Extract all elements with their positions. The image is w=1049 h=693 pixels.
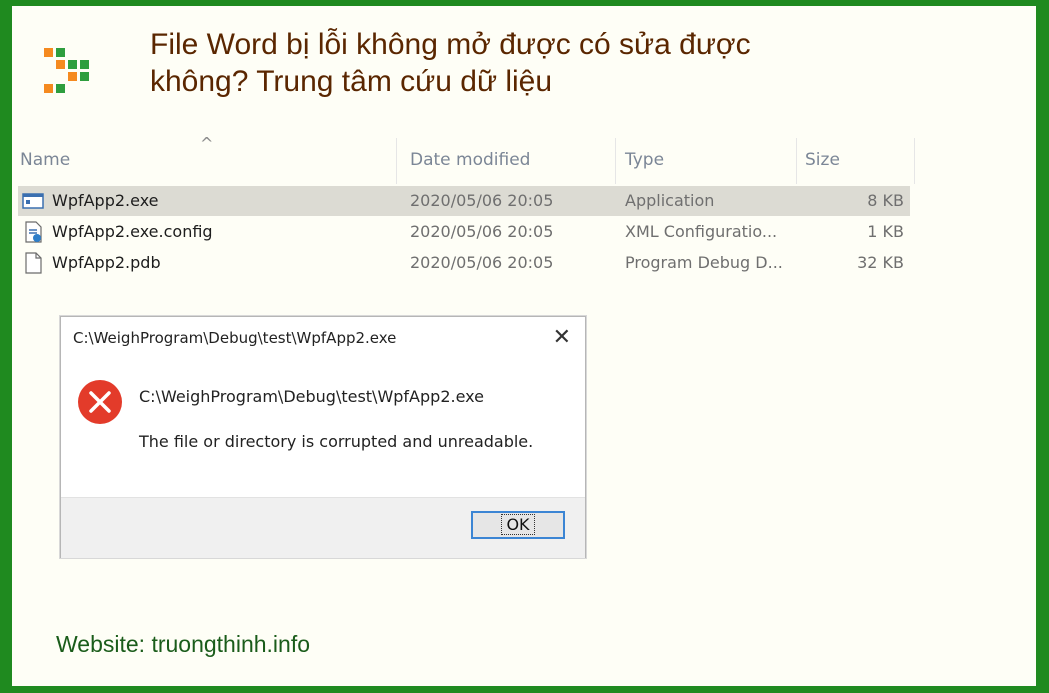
error-icon [78, 380, 122, 424]
file-row-wpfapp2-pdb[interactable]: WpfApp2.pdb 2020/05/06 20:05 Program Deb… [18, 248, 910, 278]
error-dialog: C:\WeighProgram\Debug\test\WpfApp2.exe ✕… [60, 316, 586, 558]
file-row-wpfapp2-exe[interactable]: WpfApp2.exe 2020/05/06 20:05 Application… [18, 186, 910, 216]
file-size: 32 KB [857, 253, 904, 272]
column-divider[interactable] [396, 138, 397, 184]
dialog-file-path: C:\WeighProgram\Debug\test\WpfApp2.exe [139, 387, 484, 406]
column-divider[interactable] [615, 138, 616, 184]
column-divider[interactable] [914, 138, 915, 184]
column-header-size[interactable]: Size [805, 150, 840, 170]
ok-button-label: OK [501, 514, 535, 535]
close-icon[interactable]: ✕ [553, 325, 571, 350]
pixel-arrow-logo [44, 48, 89, 93]
headline-line-1: File Word bị lỗi không mở được có sửa đư… [150, 28, 751, 61]
config-file-icon [25, 221, 42, 243]
file-explorer-list: ^ Name Date modified Type Size WpfApp2.e… [12, 134, 922, 284]
file-type: Application [625, 191, 715, 210]
file-date: 2020/05/06 20:05 [410, 222, 554, 241]
application-icon [22, 193, 44, 209]
dialog-title: C:\WeighProgram\Debug\test\WpfApp2.exe [73, 329, 397, 347]
file-date: 2020/05/06 20:05 [410, 253, 554, 272]
file-type: Program Debug D... [625, 253, 783, 272]
column-divider[interactable] [796, 138, 797, 184]
file-type: XML Configuratio... [625, 222, 778, 241]
sort-ascending-icon: ^ [200, 134, 214, 153]
file-name: WpfApp2.exe.config [52, 222, 213, 241]
file-name: WpfApp2.exe [52, 191, 159, 210]
file-date: 2020/05/06 20:05 [410, 191, 554, 210]
dialog-error-message: The file or directory is corrupted and u… [139, 432, 534, 451]
file-size: 1 KB [867, 222, 904, 241]
file-name: WpfApp2.pdb [52, 253, 161, 272]
column-header-name[interactable]: Name [20, 150, 70, 170]
website-credit: Website: truongthinh.info [56, 631, 311, 657]
file-row-wpfapp2-exe-config[interactable]: WpfApp2.exe.config 2020/05/06 20:05 XML … [18, 217, 910, 247]
page-title: File Word bị lỗi không mở được có sửa đư… [150, 26, 970, 100]
ok-button[interactable]: OK [471, 511, 565, 539]
column-header-type[interactable]: Type [625, 150, 664, 170]
column-header-date-modified[interactable]: Date modified [410, 150, 530, 170]
blank-file-icon [25, 252, 42, 274]
file-size: 8 KB [867, 191, 904, 210]
content-frame: File Word bị lỗi không mở được có sửa đư… [12, 6, 1036, 686]
headline-line-2: không? Trung tâm cứu dữ liệu [150, 65, 553, 98]
dialog-button-bar: OK [61, 497, 585, 558]
